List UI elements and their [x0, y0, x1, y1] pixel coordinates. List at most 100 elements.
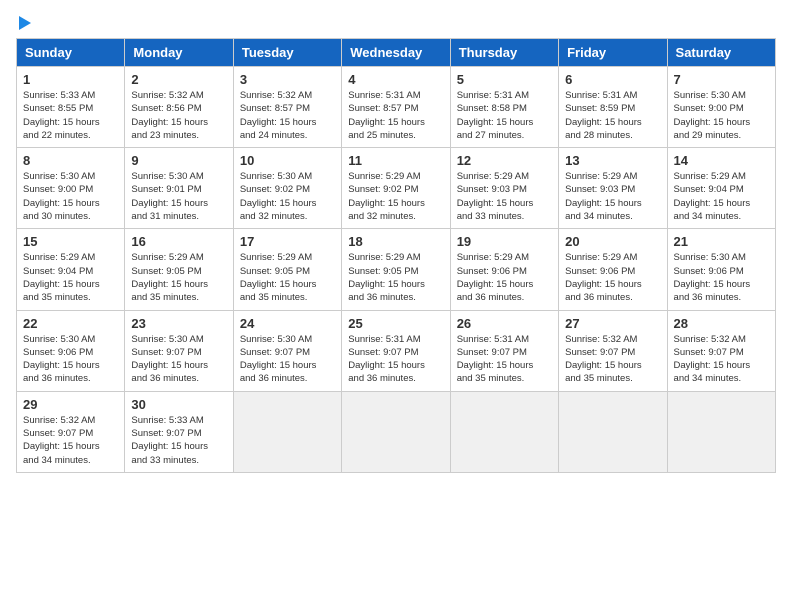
- cell-line: and 34 minutes.: [23, 454, 118, 467]
- cell-line: Daylight: 15 hours: [674, 278, 769, 291]
- cell-line: Sunset: 9:04 PM: [23, 265, 118, 278]
- cell-line: Sunset: 9:05 PM: [131, 265, 226, 278]
- cell-line: Sunrise: 5:29 AM: [131, 251, 226, 264]
- cell-line: and 32 minutes.: [348, 210, 443, 223]
- calendar-week-5: 29Sunrise: 5:32 AMSunset: 9:07 PMDayligh…: [17, 391, 776, 472]
- calendar-cell: 8Sunrise: 5:30 AMSunset: 9:00 PMDaylight…: [17, 148, 125, 229]
- day-number: 1: [23, 72, 118, 87]
- calendar-cell: 2Sunrise: 5:32 AMSunset: 8:56 PMDaylight…: [125, 67, 233, 148]
- calendar-cell: 15Sunrise: 5:29 AMSunset: 9:04 PMDayligh…: [17, 229, 125, 310]
- cell-line: Sunset: 9:06 PM: [674, 265, 769, 278]
- day-number: 30: [131, 397, 226, 412]
- calendar-cell: 18Sunrise: 5:29 AMSunset: 9:05 PMDayligh…: [342, 229, 450, 310]
- cell-line: Daylight: 15 hours: [674, 359, 769, 372]
- day-number: 15: [23, 234, 118, 249]
- calendar-week-4: 22Sunrise: 5:30 AMSunset: 9:06 PMDayligh…: [17, 310, 776, 391]
- calendar-cell: 5Sunrise: 5:31 AMSunset: 8:58 PMDaylight…: [450, 67, 558, 148]
- cell-line: Sunrise: 5:30 AM: [23, 333, 118, 346]
- cell-line: Daylight: 15 hours: [240, 359, 335, 372]
- cell-line: Daylight: 15 hours: [240, 197, 335, 210]
- cell-line: Sunset: 8:59 PM: [565, 102, 660, 115]
- calendar-cell: 26Sunrise: 5:31 AMSunset: 9:07 PMDayligh…: [450, 310, 558, 391]
- cell-line: Sunrise: 5:29 AM: [348, 170, 443, 183]
- cell-line: Sunrise: 5:32 AM: [131, 89, 226, 102]
- cell-line: Daylight: 15 hours: [348, 197, 443, 210]
- day-number: 28: [674, 316, 769, 331]
- cell-line: Daylight: 15 hours: [131, 440, 226, 453]
- cell-line: Daylight: 15 hours: [457, 359, 552, 372]
- cell-line: and 35 minutes.: [23, 291, 118, 304]
- day-number: 13: [565, 153, 660, 168]
- cell-line: Daylight: 15 hours: [674, 116, 769, 129]
- cell-line: Daylight: 15 hours: [240, 278, 335, 291]
- cell-line: Sunset: 8:56 PM: [131, 102, 226, 115]
- calendar-cell: 19Sunrise: 5:29 AMSunset: 9:06 PMDayligh…: [450, 229, 558, 310]
- calendar-cell: [667, 391, 775, 472]
- day-number: 24: [240, 316, 335, 331]
- calendar-cell: 21Sunrise: 5:30 AMSunset: 9:06 PMDayligh…: [667, 229, 775, 310]
- cell-line: Daylight: 15 hours: [348, 116, 443, 129]
- cell-line: and 36 minutes.: [348, 372, 443, 385]
- cell-line: Sunset: 8:58 PM: [457, 102, 552, 115]
- calendar-cell: 20Sunrise: 5:29 AMSunset: 9:06 PMDayligh…: [559, 229, 667, 310]
- cell-line: and 23 minutes.: [131, 129, 226, 142]
- cell-line: Sunrise: 5:30 AM: [674, 251, 769, 264]
- cell-line: Sunset: 9:05 PM: [240, 265, 335, 278]
- cell-line: and 28 minutes.: [565, 129, 660, 142]
- day-number: 23: [131, 316, 226, 331]
- calendar-cell: 27Sunrise: 5:32 AMSunset: 9:07 PMDayligh…: [559, 310, 667, 391]
- calendar-cell: 4Sunrise: 5:31 AMSunset: 8:57 PMDaylight…: [342, 67, 450, 148]
- cell-line: Sunset: 8:57 PM: [348, 102, 443, 115]
- calendar-cell: 25Sunrise: 5:31 AMSunset: 9:07 PMDayligh…: [342, 310, 450, 391]
- calendar-cell: 12Sunrise: 5:29 AMSunset: 9:03 PMDayligh…: [450, 148, 558, 229]
- calendar-cell: 30Sunrise: 5:33 AMSunset: 9:07 PMDayligh…: [125, 391, 233, 472]
- cell-line: and 33 minutes.: [457, 210, 552, 223]
- cell-line: Sunset: 9:05 PM: [348, 265, 443, 278]
- cell-line: and 35 minutes.: [457, 372, 552, 385]
- cell-line: Daylight: 15 hours: [23, 197, 118, 210]
- day-number: 9: [131, 153, 226, 168]
- cell-line: Daylight: 15 hours: [23, 278, 118, 291]
- cell-line: Sunset: 9:03 PM: [565, 183, 660, 196]
- cell-line: Sunset: 9:03 PM: [457, 183, 552, 196]
- day-number: 14: [674, 153, 769, 168]
- cell-line: Daylight: 15 hours: [457, 116, 552, 129]
- cell-line: Sunrise: 5:31 AM: [348, 333, 443, 346]
- cell-line: Daylight: 15 hours: [674, 197, 769, 210]
- cell-line: and 36 minutes.: [131, 372, 226, 385]
- day-number: 3: [240, 72, 335, 87]
- cell-line: Sunrise: 5:33 AM: [23, 89, 118, 102]
- cell-line: Sunset: 9:04 PM: [674, 183, 769, 196]
- calendar-cell: 24Sunrise: 5:30 AMSunset: 9:07 PMDayligh…: [233, 310, 341, 391]
- day-number: 27: [565, 316, 660, 331]
- cell-line: Daylight: 15 hours: [131, 116, 226, 129]
- cell-line: and 36 minutes.: [240, 372, 335, 385]
- day-number: 10: [240, 153, 335, 168]
- day-number: 11: [348, 153, 443, 168]
- cell-line: Daylight: 15 hours: [457, 278, 552, 291]
- calendar-cell: 23Sunrise: 5:30 AMSunset: 9:07 PMDayligh…: [125, 310, 233, 391]
- cell-line: Daylight: 15 hours: [240, 116, 335, 129]
- cell-line: Sunrise: 5:30 AM: [674, 89, 769, 102]
- logo-arrow-icon: [19, 16, 31, 30]
- cell-line: and 25 minutes.: [348, 129, 443, 142]
- cell-line: Daylight: 15 hours: [348, 278, 443, 291]
- calendar-cell: [559, 391, 667, 472]
- cell-line: Sunrise: 5:29 AM: [348, 251, 443, 264]
- cell-line: Sunrise: 5:30 AM: [23, 170, 118, 183]
- calendar-cell: [342, 391, 450, 472]
- day-of-week-thursday: Thursday: [450, 39, 558, 67]
- calendar-cell: 10Sunrise: 5:30 AMSunset: 9:02 PMDayligh…: [233, 148, 341, 229]
- cell-line: Sunrise: 5:32 AM: [674, 333, 769, 346]
- logo: [16, 16, 31, 30]
- cell-line: Sunset: 8:57 PM: [240, 102, 335, 115]
- cell-line: Sunset: 9:07 PM: [348, 346, 443, 359]
- cell-line: Sunset: 9:07 PM: [240, 346, 335, 359]
- logo-graphic: [16, 16, 31, 30]
- calendar-cell: 7Sunrise: 5:30 AMSunset: 9:00 PMDaylight…: [667, 67, 775, 148]
- day-number: 7: [674, 72, 769, 87]
- cell-line: Sunrise: 5:31 AM: [457, 333, 552, 346]
- day-number: 16: [131, 234, 226, 249]
- calendar-cell: 13Sunrise: 5:29 AMSunset: 9:03 PMDayligh…: [559, 148, 667, 229]
- calendar-cell: 9Sunrise: 5:30 AMSunset: 9:01 PMDaylight…: [125, 148, 233, 229]
